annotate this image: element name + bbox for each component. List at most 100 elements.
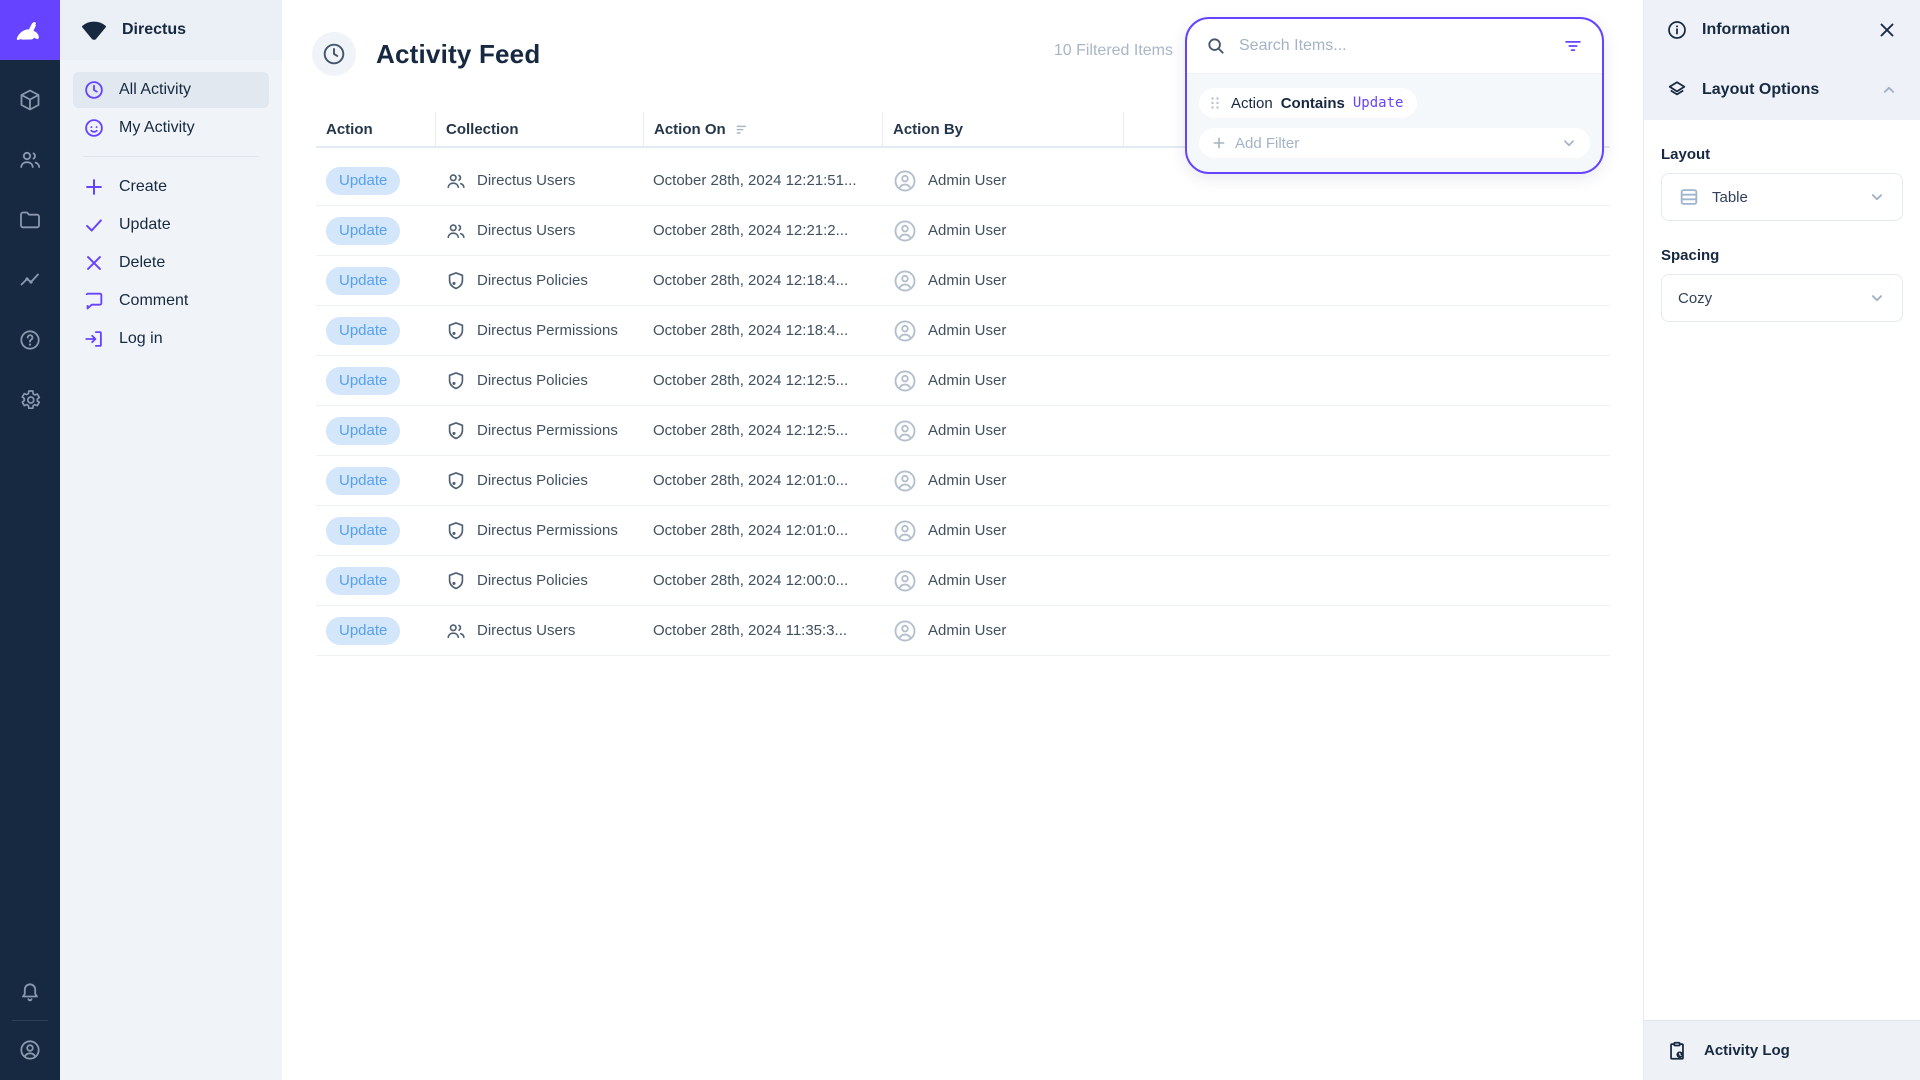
file-library-icon[interactable] [18,208,42,232]
filter-field[interactable]: Action [1231,95,1273,112]
notifications-bell-icon[interactable] [18,979,42,1003]
action-on-cell: October 28th, 2024 12:01:0... [643,522,882,539]
shield-icon [445,520,467,542]
column-header-action[interactable]: Action [316,112,435,146]
search-icon [1205,35,1227,57]
action-badge: Update [326,367,400,395]
action-on-value: October 28th, 2024 11:35:3... [653,622,847,639]
filtered-items-count: 10 Filtered Items [1054,42,1173,60]
nav-items: All Activity My Activity Create Update [60,60,282,359]
filter-value[interactable]: Update [1353,95,1404,111]
add-filter-button[interactable]: Add Filter [1199,128,1590,158]
sort-descending-icon[interactable] [734,121,750,137]
close-icon[interactable] [1876,19,1898,41]
nav-item-update[interactable]: Update [73,207,269,243]
nav-item-label: All Activity [119,81,191,99]
table-body: Update Directus Users October 28th, 2024 1… [316,156,1610,656]
table-row[interactable]: UpdateDirectus PermissionsOctober 28th, … [316,406,1610,456]
spacing-field-label: Spacing [1661,247,1903,264]
shield-icon [445,320,467,342]
table-layout-icon [1678,186,1700,208]
chevron-down-icon [1560,134,1578,152]
project-wedge-icon [80,18,108,42]
shield-icon [445,470,467,492]
collection-cell: Directus Policies [435,270,643,292]
action-cell: Update [316,267,435,295]
avatar-icon [892,418,918,444]
shield-icon [445,570,467,592]
chevron-down-icon [1868,188,1886,206]
info-sidebar: Information Layout Options Layout Table [1643,0,1920,1080]
layout-select[interactable]: Table [1661,173,1903,221]
table-row[interactable]: UpdateDirectus PoliciesOctober 28th, 202… [316,256,1610,306]
filter-funnel-icon[interactable] [1562,35,1584,57]
active-filter-pill[interactable]: Action Contains Update [1199,88,1417,118]
face-icon [83,117,105,139]
filter-section: Action Contains Update Add Filter [1187,73,1602,172]
action-on-cell: October 28th, 2024 12:00:0... [643,572,882,589]
user-directory-icon[interactable] [18,148,42,172]
main-content: Activity Feed 10 Filtered Items Action [282,0,1643,1080]
spacing-select[interactable]: Cozy [1661,274,1903,322]
table-row[interactable]: UpdateDirectus PermissionsOctober 28th, … [316,506,1610,556]
table-row[interactable]: UpdateDirectus PermissionsOctober 28th, … [316,306,1610,356]
action-by-cell: Admin User [882,518,1123,544]
drag-handle-icon[interactable] [1207,95,1223,111]
action-cell: Update [316,567,435,595]
activity-log-button[interactable]: Activity Log [1644,1020,1920,1080]
module-nav [18,60,42,979]
page-header: Activity Feed [312,32,540,76]
user-avatar-icon[interactable] [18,1038,42,1062]
nav-item-delete[interactable]: Delete [73,245,269,281]
column-header-action-on[interactable]: Action On [643,112,882,146]
nav-item-my-activity[interactable]: My Activity [73,110,269,146]
nav-item-all-activity[interactable]: All Activity [73,72,269,108]
action-by-cell: Admin User [882,568,1123,594]
nav-item-comment[interactable]: Comment [73,283,269,319]
table-row[interactable]: UpdateDirectus PoliciesOctober 28th, 202… [316,356,1610,406]
login-icon [83,328,105,350]
shield-icon [445,270,467,292]
x-icon [83,252,105,274]
action-on-value: October 28th, 2024 12:18:4... [653,322,848,339]
spacing-select-value: Cozy [1678,290,1712,307]
insights-icon[interactable] [18,268,42,292]
project-header[interactable]: Directus [60,0,282,60]
app-root: Directus All Activity My Activity Cre [0,0,1920,1080]
shield-icon [445,420,467,442]
plus-icon [83,176,105,198]
table-row[interactable]: UpdateDirectus UsersOctober 28th, 2024 1… [316,606,1610,656]
table-row[interactable]: UpdateDirectus PoliciesOctober 28th, 202… [316,556,1610,606]
content-module-icon[interactable] [18,88,42,112]
action-by-cell: Admin User [882,168,1123,194]
search-input[interactable] [1239,37,1550,55]
comment-icon [83,290,105,312]
users-icon [445,170,467,192]
collection-cell: Directus Users [435,620,643,642]
action-by-cell: Admin User [882,468,1123,494]
directus-logo[interactable] [0,0,60,60]
action-by-value: Admin User [928,172,1006,189]
column-header-collection[interactable]: Collection [435,112,643,146]
avatar-icon [892,268,918,294]
activity-clock-icon[interactable] [312,32,356,76]
table-row[interactable]: UpdateDirectus UsersOctober 28th, 2024 1… [316,206,1610,256]
action-by-cell: Admin User [882,618,1123,644]
action-badge: Update [326,417,400,445]
action-by-value: Admin User [928,472,1006,489]
settings-icon[interactable] [18,388,42,412]
collection-name: Directus Users [477,172,575,189]
filter-operator[interactable]: Contains [1281,95,1345,112]
action-badge: Update [326,217,400,245]
table-row[interactable]: UpdateDirectus PoliciesOctober 28th, 202… [316,456,1610,506]
action-cell: Update [316,417,435,445]
navigation-sidebar: Directus All Activity My Activity Cre [60,0,282,1080]
information-header: Information [1644,0,1920,60]
collection-name: Directus Permissions [477,522,618,539]
column-header-action-by[interactable]: Action By [882,112,1123,146]
action-by-value: Admin User [928,522,1006,539]
help-icon[interactable] [18,328,42,352]
nav-item-log-in[interactable]: Log in [73,321,269,357]
nav-item-create[interactable]: Create [73,169,269,205]
layout-options-header[interactable]: Layout Options [1644,60,1920,120]
